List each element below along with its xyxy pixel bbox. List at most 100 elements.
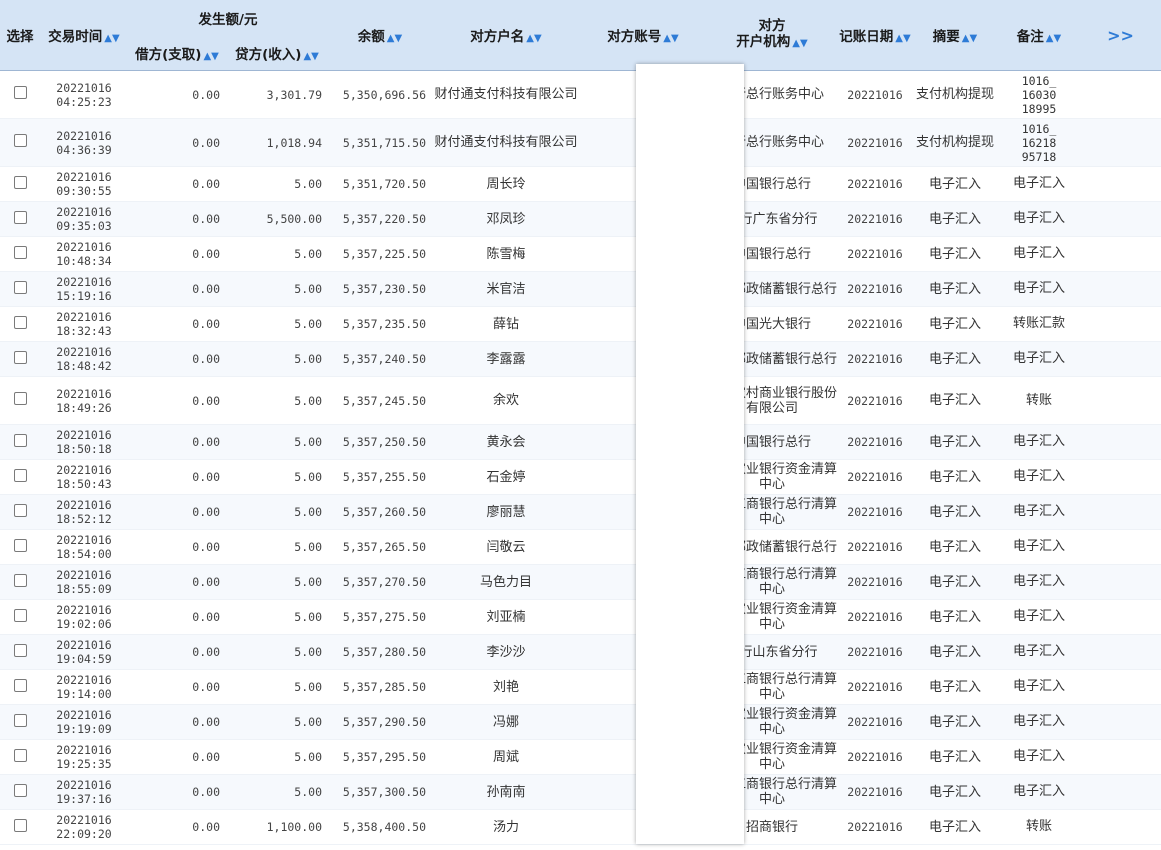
col-txn-time[interactable]: 交易时间 ▲▼ bbox=[40, 0, 128, 71]
table-row[interactable]: 2022101609:30:550.005.005,351,720.50周长玲6… bbox=[0, 166, 1161, 202]
row-checkbox[interactable] bbox=[13, 678, 27, 692]
row-checkbox[interactable] bbox=[13, 818, 27, 832]
row-checkbox[interactable] bbox=[13, 538, 27, 552]
txn-time-cell: 20221016 19:37:16 bbox=[40, 774, 128, 810]
col-credit[interactable]: 贷方(收入) ▲▼ bbox=[226, 36, 328, 71]
remark-text: 转账 bbox=[1025, 392, 1052, 408]
cp-name-cell: 闫敬云 bbox=[432, 529, 580, 565]
remark-cell: 电子汇入 bbox=[998, 236, 1080, 272]
balance-cell: 5,351,720.50 bbox=[328, 166, 432, 202]
sort-icon[interactable]: ▲▼ bbox=[203, 51, 218, 62]
table-row[interactable]: 2022101615:19:160.005.005,357,230.50米官洁6… bbox=[0, 271, 1161, 307]
row-checkbox[interactable] bbox=[13, 86, 27, 99]
table-row[interactable]: 2022101619:25:350.005.005,357,295.50周斌62… bbox=[0, 739, 1161, 775]
debit-cell: 0.00 bbox=[128, 166, 226, 202]
post-date-cell: 20221016 bbox=[838, 166, 912, 202]
table-row[interactable]: 2022101618:49:260.005.005,357,245.50余欢62… bbox=[0, 376, 1161, 425]
sort-icon[interactable]: ▲▼ bbox=[387, 33, 402, 44]
col-balance[interactable]: 余额 ▲▼ bbox=[328, 0, 432, 71]
summary-cell: 电子汇入 bbox=[912, 166, 998, 202]
txn-date: 20221016 bbox=[56, 428, 112, 442]
post-date-cell: 20221016 bbox=[838, 809, 912, 845]
cp-name-cell: 石金婷 bbox=[432, 459, 580, 495]
row-checkbox[interactable] bbox=[13, 608, 27, 622]
row-checkbox[interactable] bbox=[13, 315, 27, 329]
remark-text: 电子汇入 bbox=[1012, 539, 1065, 554]
sort-icon[interactable]: ▲▼ bbox=[1046, 33, 1061, 44]
balance-cell: 5,357,290.50 bbox=[328, 704, 432, 740]
row-checkbox[interactable] bbox=[13, 210, 27, 224]
row-select-cell bbox=[0, 529, 40, 565]
sort-icon[interactable]: ▲▼ bbox=[895, 33, 910, 44]
remark-cell: 电子汇入 bbox=[998, 271, 1080, 307]
table-row[interactable]: 2022101619:04:590.005.005,357,280.50李沙沙6… bbox=[0, 634, 1161, 670]
row-checkbox[interactable] bbox=[13, 134, 27, 147]
row-checkbox[interactable] bbox=[13, 713, 27, 727]
remark-text: 电子汇入 bbox=[1012, 246, 1065, 261]
sort-icon[interactable]: ▲▼ bbox=[962, 33, 977, 44]
row-checkbox[interactable] bbox=[13, 573, 27, 587]
sort-icon[interactable]: ▲▼ bbox=[663, 33, 678, 44]
cp-name-cell: 周斌 bbox=[432, 739, 580, 775]
col-debit[interactable]: 借方(支取) ▲▼ bbox=[128, 36, 226, 71]
balance-cell: 5,357,285.50 bbox=[328, 669, 432, 705]
summary-cell: 电子汇入 bbox=[912, 424, 998, 460]
row-checkbox[interactable] bbox=[13, 783, 27, 797]
table-row[interactable]: 2022101618:50:180.005.005,357,250.50黄永会6… bbox=[0, 424, 1161, 460]
row-checkbox[interactable] bbox=[13, 503, 27, 517]
table-row[interactable]: 20221016 09:35:03 0.00 5,500.00 5,357,220.50… bbox=[0, 201, 1161, 237]
summary-cell: 支付机构提现 bbox=[912, 70, 998, 119]
row-checkbox[interactable] bbox=[13, 350, 27, 364]
credit-cell: 5.00 bbox=[226, 424, 328, 460]
row-select-cell bbox=[0, 166, 40, 202]
table-row[interactable]: 20221016 04:25:23 0.00 3,301.79 5,350,696.56… bbox=[0, 70, 1161, 119]
row-checkbox[interactable] bbox=[13, 245, 27, 259]
col-remark[interactable]: 备注 ▲▼ bbox=[998, 0, 1080, 71]
sort-icon[interactable]: ▲▼ bbox=[792, 38, 807, 49]
row-checkbox[interactable] bbox=[13, 280, 27, 294]
row-checkbox[interactable] bbox=[13, 643, 27, 657]
table-row[interactable]: 2022101619:37:160.005.005,357,300.50孙南南6… bbox=[0, 774, 1161, 810]
table-row[interactable]: 20221016 22:09:20 0.00 1,100.00 5,358,400.50… bbox=[0, 809, 1161, 845]
row-checkbox[interactable] bbox=[13, 175, 27, 189]
table-row[interactable]: 2022101610:48:340.005.005,357,225.50陈雪梅6… bbox=[0, 236, 1161, 272]
table-row[interactable]: 2022101619:19:090.005.005,357,290.50冯娜62… bbox=[0, 704, 1161, 740]
table-row[interactable]: 20221016 18:55:09 0.00 5.00 5,357,270.50 马色力目… bbox=[0, 564, 1161, 600]
row-checkbox[interactable] bbox=[13, 468, 27, 482]
row-checkbox[interactable] bbox=[13, 392, 27, 405]
col-cp-bank[interactable]: 对方 开户机构 ▲▼ bbox=[706, 0, 838, 71]
table-row[interactable]: 2022101618:54:000.005.005,357,265.50闫敬云6… bbox=[0, 529, 1161, 565]
txn-date: 20221016 bbox=[56, 498, 112, 512]
txn-clock: 19:04:59 bbox=[56, 652, 112, 666]
col-cp-account[interactable]: 对方账号 ▲▼ bbox=[580, 0, 706, 71]
sort-icon[interactable]: ▲▼ bbox=[526, 33, 541, 44]
col-summary[interactable]: 摘要 ▲▼ bbox=[912, 0, 998, 71]
table-row[interactable]: 2022101618:50:430.005.005,357,255.50石金婷6… bbox=[0, 459, 1161, 495]
remark-cell: 电子汇入 bbox=[998, 341, 1080, 377]
txn-clock: 04:25:23 bbox=[56, 94, 112, 109]
table-row[interactable]: 2022101619:14:000.005.005,357,285.50刘艳62… bbox=[0, 669, 1161, 705]
txn-clock: 18:32:43 bbox=[56, 324, 112, 338]
col-post-date[interactable]: 记账日期 ▲▼ bbox=[838, 0, 912, 71]
row-checkbox[interactable] bbox=[13, 433, 27, 447]
sort-icon[interactable]: ▲▼ bbox=[104, 33, 119, 44]
cp-name-cell: 薛钻 bbox=[432, 306, 580, 342]
table-row[interactable]: 2022101618:52:120.005.005,357,260.50廖丽慧6… bbox=[0, 494, 1161, 530]
table-row[interactable]: 20221016 04:36:39 0.00 1,018.94 5,351,715.50… bbox=[0, 118, 1161, 167]
sort-icon[interactable]: ▲▼ bbox=[303, 51, 318, 62]
cp-name-cell: 周长玲 bbox=[432, 166, 580, 202]
table-row[interactable]: 2022101618:32:430.005.005,357,235.50薛钻62… bbox=[0, 306, 1161, 342]
credit-cell: 5.00 bbox=[226, 341, 328, 377]
remark-text: 电子汇入 bbox=[1012, 714, 1065, 729]
table-row[interactable]: 2022101619:02:060.005.005,357,275.50刘亚楠6… bbox=[0, 599, 1161, 635]
col-cp-name[interactable]: 对方户名 ▲▼ bbox=[432, 0, 580, 71]
debit-cell: 0.00 bbox=[128, 809, 226, 845]
txn-date: 20221016 bbox=[56, 386, 112, 401]
summary-cell: 电子汇入 bbox=[912, 529, 998, 565]
txn-date: 20221016 bbox=[56, 345, 112, 359]
row-checkbox[interactable] bbox=[13, 748, 27, 762]
expand-columns-button[interactable]: >> bbox=[1080, 0, 1161, 71]
txn-time-cell: 20221016 19:04:59 bbox=[40, 634, 128, 670]
table-row[interactable]: 2022101618:48:420.005.005,357,240.50李露露6… bbox=[0, 341, 1161, 377]
double-chevron-right-icon[interactable]: >> bbox=[1107, 26, 1134, 45]
